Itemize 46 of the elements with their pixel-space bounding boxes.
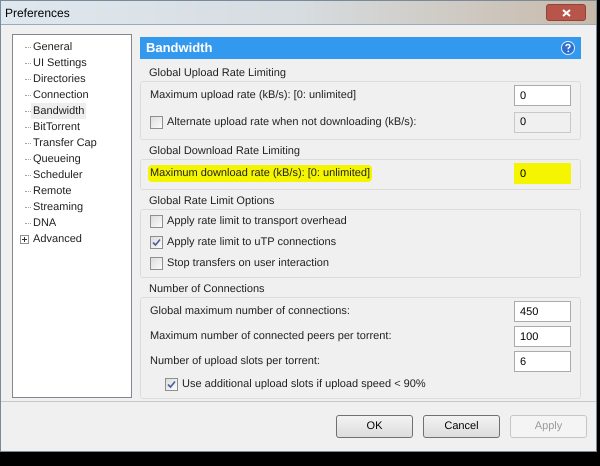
number-field[interactable]: 0 xyxy=(514,163,571,184)
tree-item[interactable]: Streaming xyxy=(31,198,86,216)
setting-label: Global maximum number of connections: xyxy=(150,304,350,320)
checkbox[interactable] xyxy=(150,215,163,228)
expand-icon[interactable] xyxy=(20,234,29,244)
checkbox-label: Apply rate limit to transport overhead xyxy=(167,214,347,230)
setting-label: Maximum number of connected peers per torrent: xyxy=(150,329,392,344)
tree-item[interactable]: UI Settings xyxy=(31,54,89,72)
tree-item[interactable]: Connection xyxy=(31,86,91,104)
window-title: Preferences xyxy=(5,4,70,22)
checkbox[interactable] xyxy=(150,236,163,249)
help-icon[interactable] xyxy=(561,41,575,55)
number-field[interactable]: 0 xyxy=(514,85,571,106)
tree-item[interactable]: BitTorrent xyxy=(31,118,82,136)
checkbox[interactable] xyxy=(165,378,178,391)
setting-label: Number of upload slots per torrent: xyxy=(150,354,320,370)
tree-item[interactable]: Scheduler xyxy=(31,166,85,184)
group-title: Number of Connections xyxy=(148,282,266,296)
group-title: Global Rate Limit Options xyxy=(148,194,276,208)
close-icon xyxy=(562,8,570,16)
checkbox[interactable] xyxy=(150,257,163,270)
dialog-button[interactable]: Cancel xyxy=(423,415,500,438)
tree-item[interactable]: Remote xyxy=(31,182,74,200)
number-field[interactable]: 6 xyxy=(514,351,571,372)
number-field[interactable]: 450 xyxy=(514,301,571,322)
tree-item[interactable]: Queueing xyxy=(31,150,83,168)
tree-item[interactable]: Advanced xyxy=(31,230,84,248)
tree-item[interactable]: Bandwidth xyxy=(31,102,86,120)
tree-item[interactable]: DNA xyxy=(31,214,58,232)
checkbox-label: Alternate upload rate when not downloading (kB/s): xyxy=(167,114,416,130)
page-title: Bandwidth xyxy=(146,39,212,58)
checkbox-label: Apply rate limit to uTP connections xyxy=(167,235,336,250)
setting-label: Maximum upload rate (kB/s): [0: unlimited] xyxy=(150,88,356,104)
setting-label: Maximum download rate (kB/s): [0: unlimited] xyxy=(148,165,372,182)
dialog-button[interactable]: OK xyxy=(336,415,413,438)
close-button[interactable] xyxy=(546,4,586,21)
group-title: Global Upload Rate Limiting xyxy=(148,66,287,80)
number-field[interactable]: 100 xyxy=(514,326,571,347)
tree-item[interactable]: General xyxy=(31,38,74,56)
group-title: Global Download Rate Limiting xyxy=(148,144,302,158)
checkbox-label: Use additional upload slots if upload speed < 90% xyxy=(182,377,426,392)
checkmark-icon xyxy=(167,380,176,389)
checkbox-label: Stop transfers on user interaction xyxy=(167,256,330,272)
checkmark-icon xyxy=(152,238,161,247)
tree-item[interactable]: Directories xyxy=(31,70,88,88)
tree-item[interactable]: Transfer Cap xyxy=(31,134,99,152)
